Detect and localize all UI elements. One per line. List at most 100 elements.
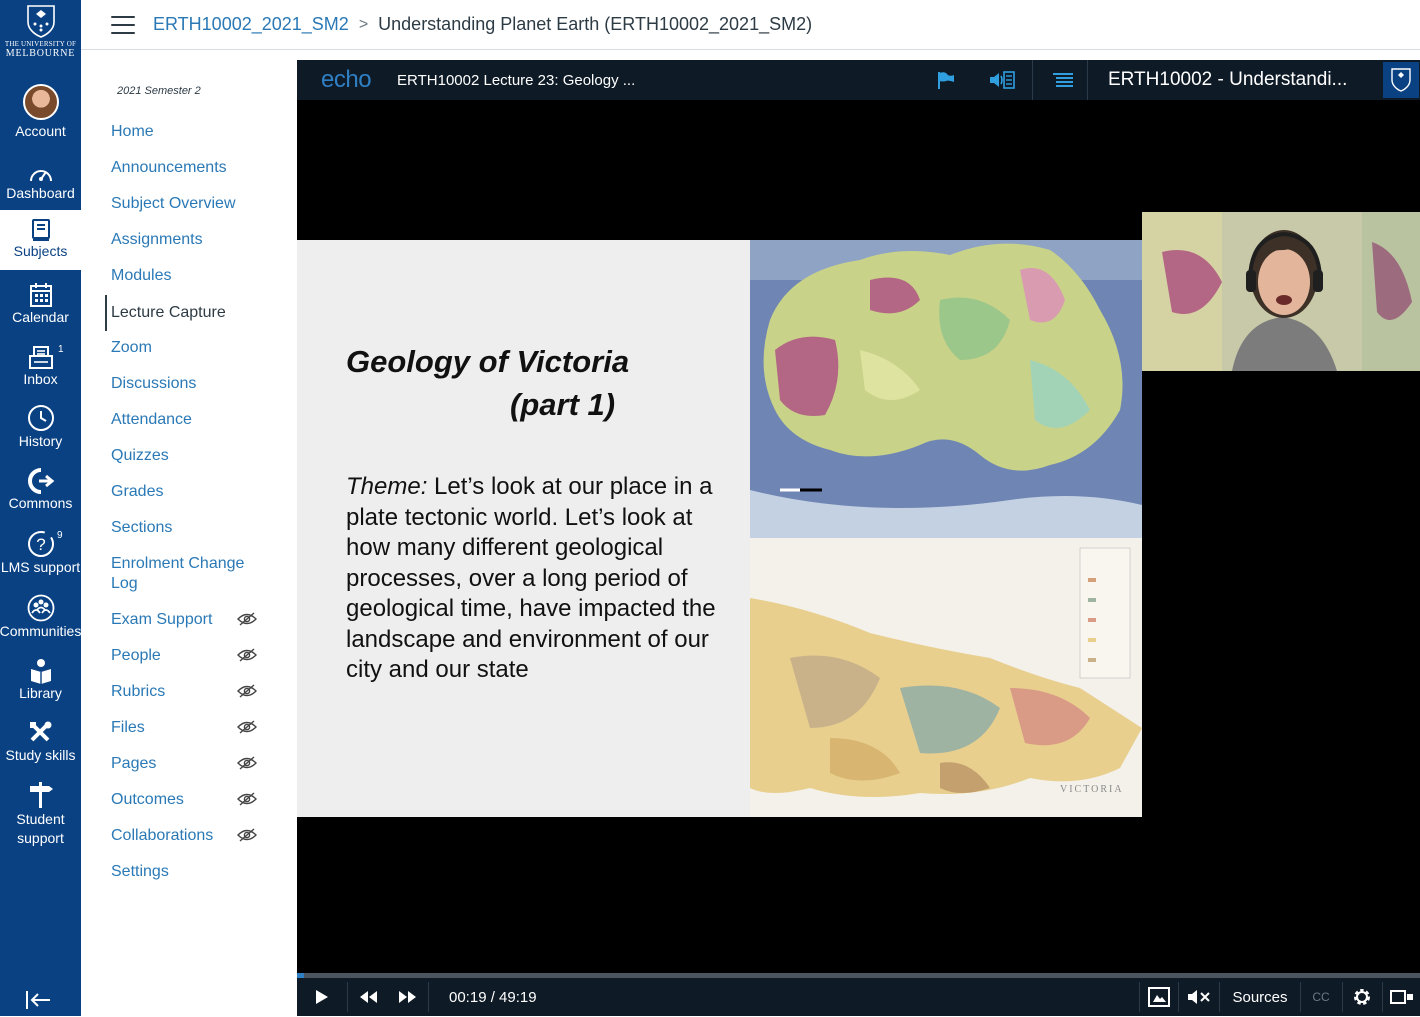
subject-nav-exam-support[interactable]: Exam Support <box>105 610 295 646</box>
subject-nav-outcomes[interactable]: Outcomes <box>105 790 295 826</box>
global-nav-lms-support[interactable]: ? 9 LMS support <box>0 528 81 580</box>
map-caption: VICTORIA <box>1060 784 1124 795</box>
help-question-icon: ? <box>27 531 54 557</box>
subject-nav-subject-overview[interactable]: Subject Overview <box>105 194 295 230</box>
subject-nav-label: Announcements <box>111 159 227 176</box>
global-nav-inbox[interactable]: 1 Inbox <box>0 340 81 392</box>
study-skills-tools-icon <box>29 721 51 742</box>
signpost-icon <box>29 782 53 808</box>
play-icon <box>316 990 328 1004</box>
global-nav-subjects[interactable]: Subjects <box>0 210 81 270</box>
university-logo[interactable]: THE UNIVERSITY OF MELBOURNE <box>0 0 81 78</box>
subject-nav-label: Discussions <box>111 375 197 392</box>
global-nav-student-support[interactable]: Student support <box>0 778 81 850</box>
global-nav-account[interactable]: Account <box>0 84 81 146</box>
subject-nav-assignments[interactable]: Assignments <box>105 230 295 266</box>
subject-nav-collaborations[interactable]: Collaborations <box>105 826 295 862</box>
theme-label: Theme: <box>346 473 428 500</box>
subject-nav-quizzes[interactable]: Quizzes <box>105 446 295 482</box>
top-bar: ERTH10002_2021_SM2 > Understanding Plane… <box>81 0 1420 50</box>
mute-button[interactable] <box>1184 978 1214 1016</box>
subject-nav-zoom[interactable]: Zoom <box>105 338 295 374</box>
subject-nav-attendance[interactable]: Attendance <box>105 410 295 446</box>
global-nav-label: History <box>18 433 63 449</box>
university-crest-mini <box>1383 62 1419 98</box>
collapse-nav-button[interactable] <box>24 988 54 1017</box>
volume-muted-icon <box>1188 990 1210 1004</box>
echo360-player: echo ERTH10002 Lecture 23: Geology ... E… <box>297 60 1420 1016</box>
global-nav-dashboard[interactable]: Dashboard <box>0 158 81 208</box>
layout-icon <box>1390 990 1413 1004</box>
subject-nav-label: Collaborations <box>111 827 214 844</box>
global-navigation: THE UNIVERSITY OF MELBOURNE Account Dash… <box>0 0 81 1016</box>
fast-forward-button[interactable] <box>393 978 423 1016</box>
global-nav-study-skills[interactable]: Study skills <box>0 716 81 768</box>
audio-description-icon <box>990 71 1015 89</box>
sources-button[interactable]: Sources <box>1225 978 1295 1016</box>
hidden-eye-icon <box>237 828 257 848</box>
inbox-badge: 1 <box>57 344 64 355</box>
slide-theme-text: Theme: Let’s look at our place in a plat… <box>346 472 716 686</box>
subject-nav-lecture-capture[interactable]: Lecture Capture <box>105 295 295 331</box>
calendar-icon <box>29 283 52 307</box>
slide-layout-icon <box>1148 987 1170 1007</box>
settings-button[interactable] <box>1347 978 1377 1016</box>
global-nav-label: Dashboard <box>6 185 75 201</box>
subject-nav-people[interactable]: People <box>105 646 295 682</box>
flag-icon <box>938 72 954 89</box>
subject-nav-label: Exam Support <box>111 611 213 628</box>
subject-nav-label: Files <box>111 719 145 736</box>
subject-nav-pages[interactable]: Pages <box>105 754 295 790</box>
outline-list-button[interactable] <box>1043 60 1083 100</box>
subject-nav-label: Home <box>111 123 154 140</box>
subject-nav-label: Enrolment Change Log <box>111 555 245 592</box>
global-nav-library[interactable]: Library <box>0 654 81 706</box>
subject-nav-label: Zoom <box>111 339 152 356</box>
global-nav-label: LMS support <box>0 559 81 575</box>
global-nav-commons[interactable]: Commons <box>0 466 81 518</box>
subject-navigation: 2021 Semester 2 Home Announcements Subject… <box>81 60 297 1016</box>
breadcrumb-separator: > <box>358 15 369 33</box>
course-title[interactable]: ERTH10002 - Understandi... <box>1108 60 1347 100</box>
university-crest-icon <box>26 5 55 38</box>
global-nav-calendar[interactable]: Calendar <box>0 278 81 330</box>
time-display: 00:19 / 49:19 <box>449 988 537 1006</box>
subject-nav-sections[interactable]: Sections <box>105 518 295 554</box>
gear-icon <box>1354 989 1370 1005</box>
subject-nav-label: Modules <box>111 267 172 284</box>
layout-toggle-button[interactable] <box>1387 978 1417 1016</box>
fast-forward-icon <box>399 991 416 1003</box>
library-reading-icon <box>30 659 51 684</box>
picture-in-picture-button[interactable] <box>1145 978 1173 1016</box>
progress-bar-fill <box>297 973 304 978</box>
play-button[interactable] <box>307 978 337 1016</box>
menu-toggle-button[interactable] <box>111 15 135 34</box>
bookmark-flag-button[interactable] <box>925 60 965 100</box>
subject-nav-enrolment-change-log[interactable]: Enrolment Change Log <box>105 554 265 602</box>
subject-nav-announcements[interactable]: Announcements <box>105 158 295 194</box>
closed-captions-button[interactable]: CC <box>1305 978 1337 1016</box>
global-nav-label: Calendar <box>12 309 69 325</box>
term-label: 2021 Semester 2 <box>117 85 201 97</box>
breadcrumb-subject-link[interactable]: ERTH10002_2021_SM2 <box>153 14 349 35</box>
global-nav-communities[interactable]: Communities <box>0 590 81 642</box>
global-nav-history[interactable]: History <box>0 402 81 454</box>
history-clock-icon <box>27 405 54 431</box>
subject-nav-home[interactable]: Home <box>105 122 295 158</box>
transcript-audio-button[interactable] <box>982 60 1022 100</box>
subject-nav-rubrics[interactable]: Rubrics <box>105 682 295 718</box>
subject-nav-grades[interactable]: Grades <box>105 482 295 518</box>
theme-body: Let’s look at our place in a plate tecto… <box>346 473 716 683</box>
hidden-eye-icon <box>237 756 257 776</box>
rewind-button[interactable] <box>353 978 383 1016</box>
subject-nav-files[interactable]: Files <box>105 718 295 754</box>
subject-nav-discussions[interactable]: Discussions <box>105 374 295 410</box>
australia-geology-map <box>750 240 1142 538</box>
subject-nav-label: Quizzes <box>111 447 169 464</box>
global-nav-label: Inbox <box>23 371 58 387</box>
list-icon <box>1053 73 1073 87</box>
global-nav-label: Account <box>15 123 66 139</box>
subject-nav-settings[interactable]: Settings <box>105 862 295 898</box>
subject-nav-label: Attendance <box>111 411 192 428</box>
subject-nav-label: Grades <box>111 483 164 500</box>
